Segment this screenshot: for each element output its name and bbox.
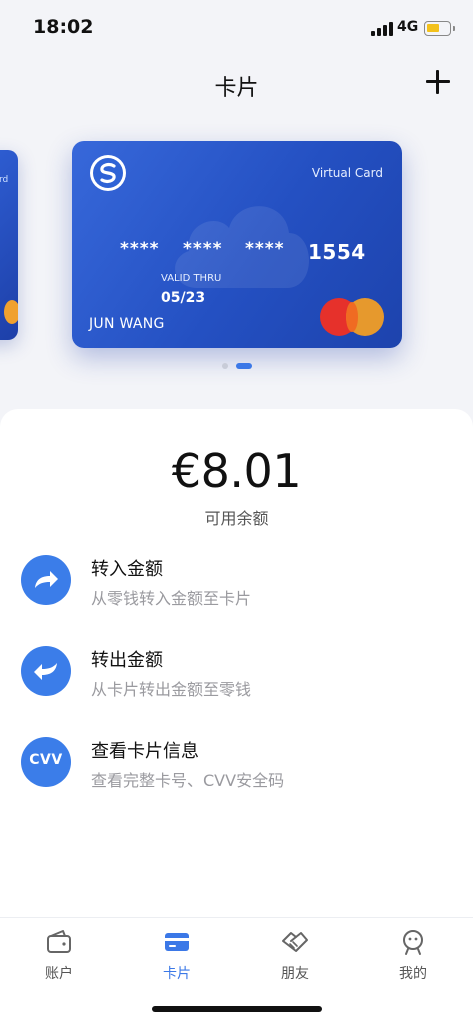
cardholder-name: JUN WANG [89, 316, 165, 332]
pager-dot[interactable] [222, 363, 228, 369]
tab-me[interactable]: 我的 [354, 928, 472, 988]
transfer-in-title: 转入金额 [91, 559, 163, 580]
card-number-group-1: **** [120, 239, 160, 259]
previous-card-type: rd [0, 175, 9, 185]
handshake-icon [282, 932, 308, 952]
previous-card[interactable]: rd [0, 150, 18, 340]
pager-dot-active[interactable] [236, 363, 252, 369]
status-time: 18:02 [33, 16, 94, 38]
card-number-group-3: **** [245, 239, 285, 259]
wallet-icon [47, 930, 71, 953]
virtual-card[interactable]: Virtual Card **** **** **** 1554 VALID T… [72, 141, 402, 348]
tab-me-label: 我的 [399, 966, 427, 982]
card-last-four: 1554 [308, 240, 366, 264]
tab-cards[interactable]: 卡片 [118, 928, 236, 988]
bank-logo-icon [90, 155, 126, 191]
transfer-out-action[interactable]: 转出金额 从卡片转出金额至零钱 [0, 646, 473, 726]
expiry-date: 05/23 [161, 290, 206, 306]
transfer-out-title: 转出金额 [91, 650, 163, 671]
card-type-label: Virtual Card [311, 166, 383, 180]
view-card-info-title: 查看卡片信息 [91, 741, 199, 762]
status-bar: 18:02 4G [0, 0, 473, 56]
tab-account-label: 账户 [45, 966, 73, 982]
transfer-in-action[interactable]: 转入金额 从零钱转入金额至卡片 [0, 555, 473, 635]
mastercard-logo-fragment [4, 300, 18, 324]
transfer-out-subtitle: 从卡片转出金额至零钱 [91, 680, 252, 699]
cvv-icon: CVV [21, 737, 71, 787]
tab-cards-label: 卡片 [163, 966, 191, 982]
mastercard-logo-icon [320, 298, 384, 336]
arrow-out-icon [21, 646, 71, 696]
view-card-info-action[interactable]: CVV 查看卡片信息 查看完整卡号、CVV安全码 [0, 737, 473, 817]
view-card-info-subtitle: 查看完整卡号、CVV安全码 [91, 771, 285, 790]
balance-amount: €8.01 [171, 444, 302, 498]
page-title: 卡片 [214, 76, 259, 101]
valid-thru-label: VALID THRU [161, 273, 222, 284]
card-icon [165, 933, 189, 951]
cvv-icon-text: CVV [29, 752, 63, 768]
signal-icon [371, 22, 393, 36]
balance-label: 可用余额 [204, 509, 269, 528]
tab-account[interactable]: 账户 [0, 928, 118, 988]
arrow-in-icon [21, 555, 71, 605]
face-icon [403, 930, 423, 955]
add-card-button[interactable] [422, 66, 454, 98]
network-label: 4G [397, 19, 419, 35]
transfer-in-subtitle: 从零钱转入金额至卡片 [91, 589, 252, 608]
card-number-group-2: **** [183, 239, 223, 259]
home-indicator[interactable] [152, 1006, 322, 1012]
tab-friends-label: 朋友 [281, 966, 309, 982]
tab-friends[interactable]: 朋友 [236, 928, 354, 988]
battery-icon [424, 21, 455, 36]
